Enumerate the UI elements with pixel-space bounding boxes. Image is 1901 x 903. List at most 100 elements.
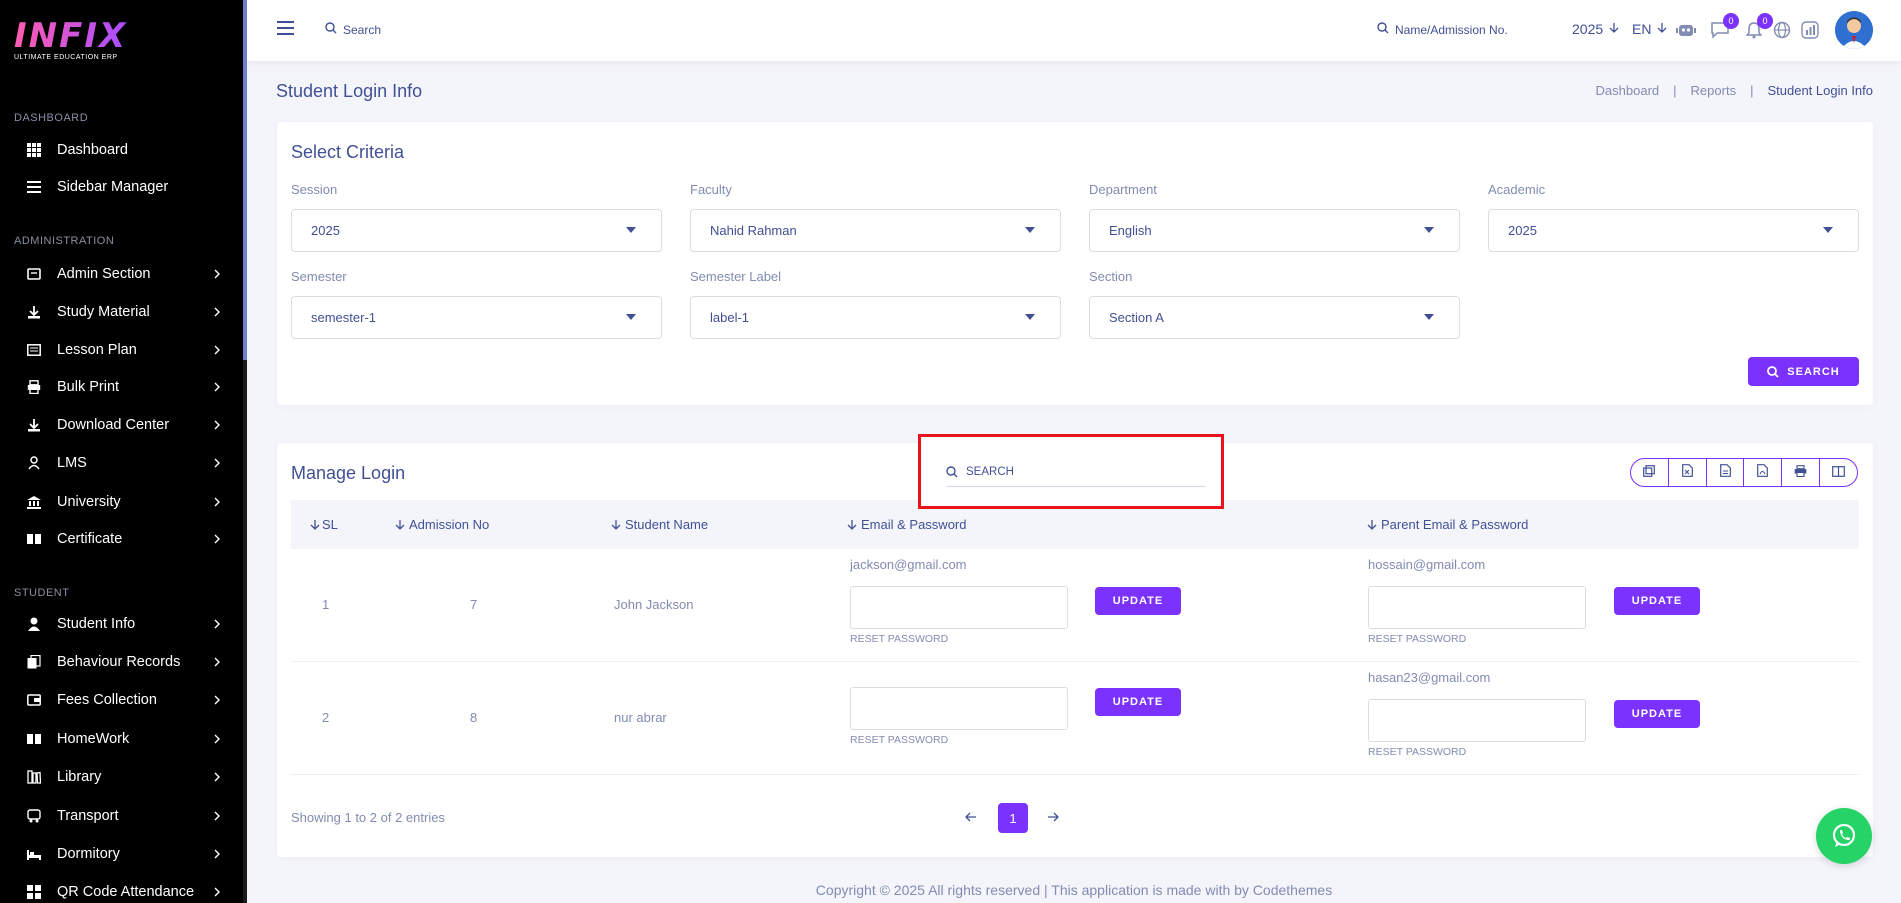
- globe-icon[interactable]: [1771, 19, 1793, 41]
- student-update-button[interactable]: UPDATE: [1095, 688, 1181, 716]
- admission-search[interactable]: Name/Admission No.: [1377, 22, 1508, 37]
- sidebar-item-label: Student Info: [57, 616, 136, 632]
- sidebar-item-lesson-plan[interactable]: Lesson Plan: [0, 335, 243, 365]
- sidebar-item-homework[interactable]: HomeWork: [0, 724, 243, 754]
- sidebar-item-transport[interactable]: Transport: [0, 801, 243, 831]
- sidebar-item-study-material[interactable]: Study Material: [0, 297, 243, 327]
- semester-value: semester-1: [311, 310, 377, 325]
- semester-select[interactable]: semester-1: [291, 296, 662, 339]
- sidebar-item-dormitory[interactable]: Dormitory: [0, 839, 243, 869]
- language-value: EN: [1632, 21, 1652, 37]
- messages-icon[interactable]: 0: [1709, 13, 1739, 41]
- sidebar-item-lms[interactable]: LMS: [0, 448, 243, 478]
- chevron-right-icon: [213, 418, 221, 434]
- sidebar-item-label: Fees Collection: [57, 692, 157, 708]
- criteria-search-button[interactable]: SEARCH: [1748, 357, 1859, 386]
- sidebar-item-certificate[interactable]: Certificate: [0, 524, 243, 554]
- sidebar-item-bulk-print[interactable]: Bulk Print: [0, 372, 243, 402]
- search-icon: [946, 465, 958, 478]
- whatsapp-button[interactable]: [1816, 808, 1872, 864]
- copy-button[interactable]: [1631, 459, 1669, 486]
- sidebar-item-label: Certificate: [57, 531, 123, 547]
- grid-icon: [26, 142, 42, 158]
- sidebar-item-fees-collection[interactable]: Fees Collection: [0, 685, 243, 715]
- excel-button[interactable]: [1669, 459, 1707, 486]
- breadcrumb-dashboard[interactable]: Dashboard: [1596, 83, 1660, 98]
- logo[interactable]: INFIX ULTIMATE EDUCATION ERP: [14, 16, 127, 61]
- sidebar-item-label: LMS: [57, 455, 87, 471]
- chevron-right-icon: [213, 305, 221, 321]
- cell-sl: 1: [322, 597, 330, 612]
- sidebar-item-sidebar-manager[interactable]: Sidebar Manager: [0, 172, 243, 202]
- fees-icon: [26, 692, 42, 708]
- robot-icon[interactable]: [1675, 19, 1697, 41]
- parent-update-button[interactable]: UPDATE: [1614, 700, 1700, 728]
- sidebar-item-student-info[interactable]: Student Info: [0, 609, 243, 639]
- admin-icon: [26, 266, 42, 282]
- sidebar-item-behaviour-records[interactable]: Behaviour Records: [0, 647, 243, 677]
- select-criteria-card: Select Criteria: [277, 122, 1873, 405]
- chevron-right-icon: [213, 532, 221, 548]
- arrow-right-icon: [1047, 809, 1059, 825]
- global-search[interactable]: Search: [325, 22, 381, 37]
- column-header-email-password[interactable]: Email & Password: [847, 517, 966, 532]
- entries-info: Showing 1 to 2 of 2 entries: [291, 810, 445, 825]
- section-dashboard: DASHBOARD: [14, 112, 89, 124]
- hamburger-menu-icon[interactable]: [277, 21, 294, 40]
- admission-search-placeholder: Name/Admission No.: [1395, 22, 1508, 37]
- csv-button[interactable]: [1707, 459, 1745, 486]
- department-value: English: [1109, 223, 1152, 238]
- sidebar-item-label: Admin Section: [57, 266, 151, 282]
- language-selector[interactable]: EN: [1632, 21, 1667, 37]
- records-icon: [26, 654, 42, 670]
- lms-icon: [26, 455, 42, 471]
- column-header-admission-no[interactable]: Admission No: [395, 517, 489, 532]
- reset-password-label: RESET PASSWORD: [1368, 746, 1467, 758]
- sidebar-item-download-center[interactable]: Download Center: [0, 410, 243, 440]
- session-select[interactable]: 2025: [291, 209, 662, 252]
- excel-icon: [1681, 463, 1693, 482]
- previous-page-button[interactable]: [965, 809, 977, 825]
- section-select[interactable]: Section A: [1089, 296, 1460, 339]
- row-divider: [291, 661, 1859, 662]
- pdf-button[interactable]: [1744, 459, 1783, 486]
- student-password-input[interactable]: [850, 687, 1068, 730]
- column-visibility-button[interactable]: [1820, 459, 1857, 486]
- column-header-label: Parent Email & Password: [1381, 517, 1529, 532]
- cell-student-email: jackson@gmail.com: [850, 557, 967, 572]
- academic-select[interactable]: 2025: [1488, 209, 1859, 252]
- row-divider: [291, 774, 1859, 775]
- session-label: Session: [291, 182, 338, 197]
- student-password-input[interactable]: [850, 586, 1068, 629]
- download-icon: [26, 304, 42, 320]
- analytics-icon[interactable]: [1799, 19, 1821, 41]
- parent-password-input[interactable]: [1368, 699, 1586, 742]
- column-header-student-name[interactable]: Student Name: [611, 517, 708, 532]
- column-header-sl[interactable]: SL: [310, 517, 338, 532]
- sidebar-item-admin-section[interactable]: Admin Section: [0, 259, 243, 289]
- topbar: Search Name/Admission No. 2025 EN 0 0: [247, 0, 1901, 61]
- page-number-button[interactable]: 1: [998, 803, 1028, 833]
- faculty-select[interactable]: Nahid Rahman: [690, 209, 1061, 252]
- table-search-input[interactable]: SEARCH: [946, 457, 1206, 487]
- breadcrumb-reports[interactable]: Reports: [1691, 83, 1737, 98]
- avatar[interactable]: [1835, 11, 1873, 49]
- print-button[interactable]: [1782, 459, 1821, 486]
- sidebar-item-library[interactable]: Library: [0, 762, 243, 792]
- column-header-label: Admission No: [409, 517, 490, 532]
- sidebar-item-university[interactable]: University: [0, 487, 243, 517]
- cell-parent-email: hasan23@gmail.com: [1368, 670, 1491, 685]
- notifications-icon[interactable]: 0: [1743, 13, 1773, 41]
- logo-subtitle: ULTIMATE EDUCATION ERP: [14, 54, 118, 61]
- next-page-button[interactable]: [1047, 809, 1059, 825]
- sidebar-item-dashboard[interactable]: Dashboard: [0, 135, 243, 165]
- student-update-button[interactable]: UPDATE: [1095, 587, 1181, 615]
- parent-update-button[interactable]: UPDATE: [1614, 587, 1700, 615]
- year-selector[interactable]: 2025: [1572, 21, 1619, 37]
- department-select[interactable]: English: [1089, 209, 1460, 252]
- column-header-parent-email-password[interactable]: Parent Email & Password: [1367, 517, 1528, 532]
- semester-label-select[interactable]: label-1: [690, 296, 1061, 339]
- sidebar-item-label: Behaviour Records: [57, 654, 181, 670]
- parent-password-input[interactable]: [1368, 586, 1586, 629]
- sort-arrow-icon: [395, 519, 405, 531]
